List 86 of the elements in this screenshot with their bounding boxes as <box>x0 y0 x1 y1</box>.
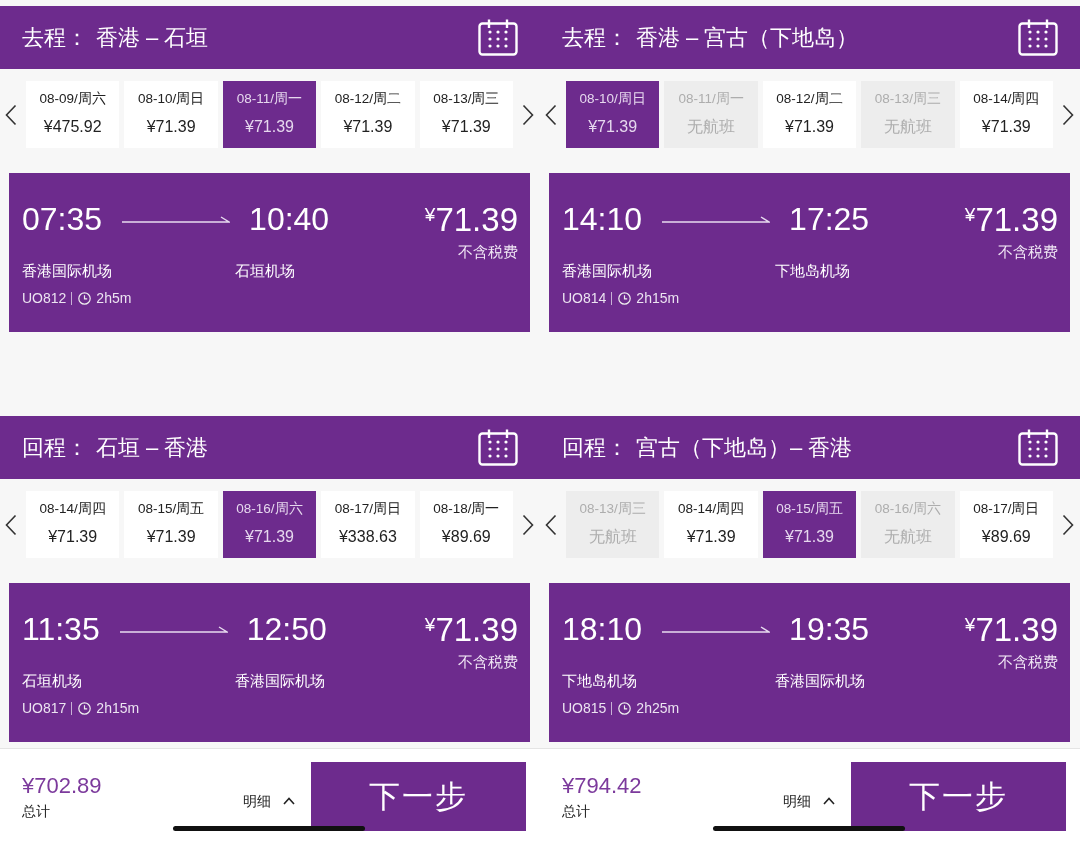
flight-number: UO817 <box>22 699 67 717</box>
arrival-airport: 香港国际机场 <box>235 671 325 691</box>
arrival-time: 12:50 <box>246 610 327 649</box>
next-button[interactable]: 下一步 <box>851 762 1066 831</box>
direction-label: 回程： <box>22 433 88 462</box>
chevron-right-icon[interactable] <box>1062 103 1074 126</box>
direction-label: 回程： <box>562 433 628 462</box>
details-toggle[interactable]: 明细 <box>243 791 295 811</box>
tax-note: 不含税费 <box>458 652 518 672</box>
flight-number: UO814 <box>562 289 607 307</box>
chevron-left-icon[interactable] <box>545 103 557 126</box>
chevron-left-icon[interactable] <box>5 513 17 536</box>
clock-icon <box>78 701 92 715</box>
tax-note: 不含税费 <box>998 652 1058 672</box>
flight-duration: 2h25m <box>636 699 680 717</box>
chevron-left-icon[interactable] <box>545 513 557 536</box>
flight-duration: 2h15m <box>96 699 140 717</box>
date-tab[interactable]: 08-11/周一 ¥71.39 <box>222 81 317 148</box>
departure-time: 14:10 <box>562 200 643 239</box>
chevron-right-icon[interactable] <box>522 513 534 536</box>
date-tab[interactable]: 08-16/周六 ¥71.39 <box>222 491 317 558</box>
flight-number: UO812 <box>22 289 67 307</box>
total-price: ¥702.89 <box>22 773 102 799</box>
arrival-time: 10:40 <box>249 200 330 239</box>
flight-card[interactable]: 14:10 17:25 香港国际机场 下地岛机场 UO814 2h15m ¥71.39 不含税费 <box>549 173 1070 332</box>
date-tab[interactable]: 08-09/周六 ¥475.92 <box>26 81 120 148</box>
next-button[interactable]: 下一步 <box>311 762 526 831</box>
arrival-airport: 下地岛机场 <box>775 261 850 281</box>
calendar-icon[interactable] <box>1018 429 1058 466</box>
arrival-time: 19:35 <box>789 610 870 649</box>
route-title: 香港 – 宫古（下地岛） <box>636 23 859 52</box>
departure-time: 11:35 <box>22 610 100 649</box>
departure-airport: 香港国际机场 <box>562 261 652 281</box>
arrival-airport: 香港国际机场 <box>775 671 865 691</box>
date-tab[interactable]: 08-12/周二 ¥71.39 <box>321 81 415 148</box>
fare-price: ¥71.39 <box>964 610 1058 650</box>
direction-label: 去程： <box>562 23 628 52</box>
details-toggle[interactable]: 明细 <box>783 791 835 811</box>
flight-duration: 2h15m <box>636 289 680 307</box>
date-tab[interactable]: 08-10/周日 ¥71.39 <box>566 81 660 148</box>
fare-price: ¥71.39 <box>424 610 518 650</box>
fare-price: ¥71.39 <box>424 200 518 240</box>
chevron-right-icon[interactable] <box>1062 513 1074 536</box>
flight-card[interactable]: 18:10 19:35 下地岛机场 香港国际机场 UO815 2h25m ¥71.39 不含税费 <box>549 583 1070 742</box>
tax-note: 不含税费 <box>458 242 518 262</box>
date-tab[interactable]: 08-12/周二 ¥71.39 <box>762 81 857 148</box>
calendar-icon[interactable] <box>1018 19 1058 56</box>
fare-price: ¥71.39 <box>964 200 1058 240</box>
flight-duration: 2h5m <box>96 289 132 307</box>
route-title: 石垣 – 香港 <box>96 433 209 462</box>
departure-time: 18:10 <box>562 610 643 649</box>
date-tab[interactable]: 08-15/周五 ¥71.39 <box>124 491 218 558</box>
total-price: ¥794.42 <box>562 773 642 799</box>
flight-card[interactable]: 07:35 10:40 香港国际机场 石垣机场 UO812 2h5m ¥71.39 不含税费 <box>9 173 530 332</box>
departure-airport: 下地岛机场 <box>562 671 637 691</box>
departure-airport: 石垣机场 <box>22 671 82 691</box>
clock-icon <box>618 701 632 715</box>
chevron-right-icon[interactable] <box>522 103 534 126</box>
total-label: 总计 <box>22 802 50 821</box>
caret-up-icon <box>823 797 835 805</box>
caret-up-icon <box>283 797 295 805</box>
total-label: 总计 <box>562 802 590 821</box>
departure-time: 07:35 <box>22 200 103 239</box>
date-tab[interactable]: 08-14/周四 ¥71.39 <box>26 491 120 558</box>
flight-number: UO815 <box>562 699 607 717</box>
date-tab[interactable]: 08-15/周五 ¥71.39 <box>762 491 857 558</box>
date-tab[interactable]: 08-14/周四 ¥71.39 <box>959 81 1053 148</box>
date-tab[interactable]: 08-10/周日 ¥71.39 <box>124 81 218 148</box>
chevron-left-icon[interactable] <box>5 103 17 126</box>
arrival-airport: 石垣机场 <box>235 261 295 281</box>
tax-note: 不含税费 <box>998 242 1058 262</box>
date-tab[interactable]: 08-13/周三 ¥71.39 <box>419 81 513 148</box>
date-tab[interactable]: 08-18/周一 ¥89.69 <box>419 491 513 558</box>
date-tab[interactable]: 08-14/周四 ¥71.39 <box>664 491 758 558</box>
route-title: 宫古（下地岛）– 香港 <box>636 433 853 462</box>
date-tab[interactable]: 08-17/周日 ¥89.69 <box>959 491 1053 558</box>
calendar-icon[interactable] <box>478 19 518 56</box>
route-title: 香港 – 石垣 <box>96 23 209 52</box>
departure-airport: 香港国际机场 <box>22 261 112 281</box>
clock-icon <box>78 291 92 305</box>
calendar-icon[interactable] <box>478 429 518 466</box>
date-tab[interactable]: 08-17/周日 ¥338.63 <box>321 491 415 558</box>
arrival-time: 17:25 <box>789 200 870 239</box>
clock-icon <box>618 291 632 305</box>
flight-card[interactable]: 11:35 12:50 石垣机场 香港国际机场 UO817 2h15m ¥71.39 不含税费 <box>9 583 530 742</box>
direction-label: 去程： <box>22 23 88 52</box>
